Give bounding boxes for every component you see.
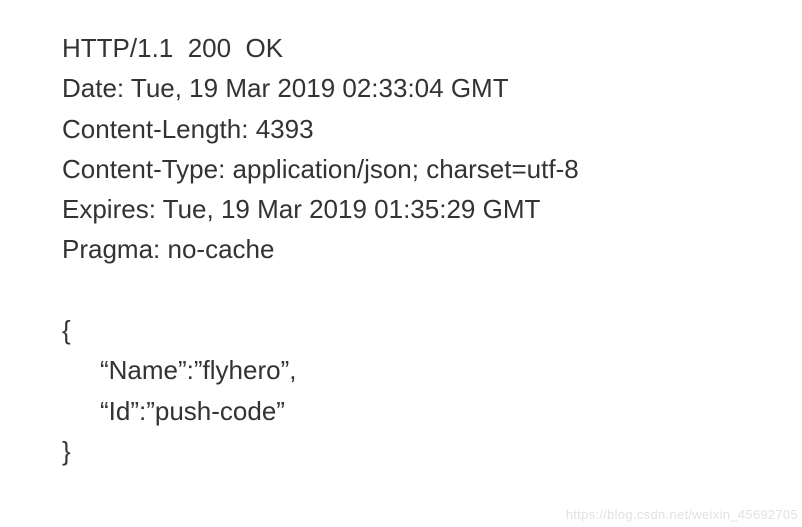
header-expires: Expires: Tue, 19 Mar 2019 01:35:29 GMT bbox=[62, 189, 802, 229]
blank-line bbox=[62, 270, 802, 310]
header-pragma: Pragma: no-cache bbox=[62, 229, 802, 269]
body-open-brace: { bbox=[62, 310, 802, 350]
header-content-length: Content-Length: 4393 bbox=[62, 109, 802, 149]
body-id-line: “Id”:”push-code” bbox=[62, 391, 802, 431]
header-date: Date: Tue, 19 Mar 2019 02:33:04 GMT bbox=[62, 68, 802, 108]
watermark-text: https://blog.csdn.net/weixin_45692705 bbox=[566, 505, 798, 525]
status-line: HTTP/1.1 200 OK bbox=[62, 28, 802, 68]
body-name-line: “Name”:”flyhero”, bbox=[62, 350, 802, 390]
header-content-type: Content-Type: application/json; charset=… bbox=[62, 149, 802, 189]
body-close-brace: } bbox=[62, 431, 802, 471]
